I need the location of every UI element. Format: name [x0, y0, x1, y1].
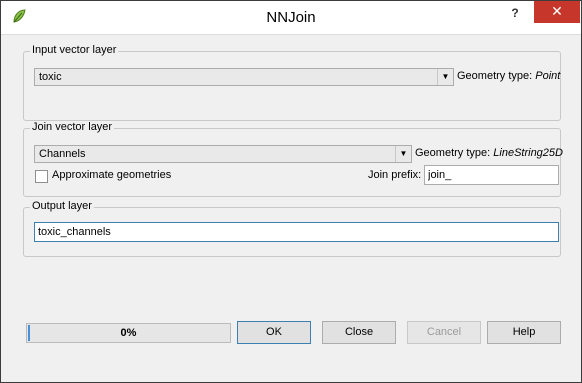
input-geometry-label: Geometry type: Point [457, 70, 560, 82]
approximate-geometries-label: Approximate geometries [52, 169, 172, 181]
geometry-caption: Geometry type: [457, 70, 533, 82]
nnjoin-dialog: NNJoin ? ✕ Input vector layer toxic ▼ Ge… [0, 0, 582, 383]
window-title: NNJoin [266, 9, 316, 26]
group-title: Input vector layer [30, 44, 119, 56]
help-button[interactable]: Help [487, 321, 561, 344]
input-layer-combo[interactable]: toxic ▼ [34, 68, 454, 86]
chevron-down-icon: ▼ [395, 146, 411, 162]
combo-value: Channels [39, 148, 86, 160]
progress-text: 0% [120, 327, 137, 339]
close-title-button[interactable]: ✕ [534, 1, 580, 23]
output-layer-group: Output layer [23, 200, 561, 257]
help-title-button[interactable]: ? [501, 3, 529, 25]
join-layer-combo[interactable]: Channels ▼ [34, 145, 412, 163]
output-layer-input[interactable] [34, 222, 559, 242]
progress-bar: 0% [26, 323, 231, 343]
join-prefix-label: Join prefix: [368, 169, 422, 181]
group-title: Output layer [30, 200, 94, 212]
group-title: Join vector layer [30, 121, 115, 133]
geometry-caption: Geometry type: [415, 147, 491, 159]
join-layer-group: Join vector layer Channels ▼ Geometry ty… [23, 121, 563, 197]
cancel-button[interactable]: Cancel [407, 321, 481, 344]
ok-button[interactable]: OK [237, 321, 311, 344]
geometry-value: Point [535, 70, 561, 82]
approximate-geometries-checkbox[interactable] [35, 170, 48, 183]
geometry-value: LineString25D [493, 147, 563, 159]
join-geometry-label: Geometry type: LineString25D [415, 147, 563, 159]
combo-value: toxic [39, 71, 62, 83]
chevron-down-icon: ▼ [437, 69, 453, 85]
input-layer-group: Input vector layer toxic ▼ Geometry type… [23, 44, 561, 121]
close-button[interactable]: Close [322, 321, 396, 344]
join-prefix-input[interactable] [424, 165, 559, 185]
title-bar: NNJoin ? ✕ [1, 1, 581, 35]
